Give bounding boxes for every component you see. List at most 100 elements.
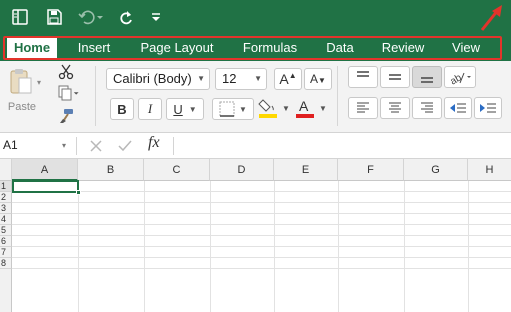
paste-dropdown-icon[interactable]: ▾ (37, 78, 41, 87)
format-painter-icon[interactable] (56, 106, 76, 126)
font-size-select[interactable]: 12 ▼ (215, 68, 267, 90)
row-header[interactable]: 1 (0, 181, 12, 192)
align-center-button[interactable] (380, 97, 410, 119)
font-size-value: 12 (222, 71, 237, 86)
row-header[interactable]: 8 (0, 258, 12, 269)
column-header[interactable]: E (274, 159, 338, 181)
gridline (12, 202, 511, 203)
divider (173, 137, 174, 155)
gridline (12, 213, 511, 214)
paste-label: Paste (7, 101, 37, 113)
align-right-button[interactable] (412, 97, 442, 119)
font-color-dropdown-icon[interactable]: ▼ (319, 104, 327, 113)
tab-formulas[interactable]: Formulas (232, 37, 308, 59)
gridline (12, 268, 511, 269)
name-box-dropdown-icon[interactable]: ▾ (62, 133, 66, 158)
column-header[interactable]: D (210, 159, 274, 181)
fill-color-dropdown-icon[interactable]: ▼ (282, 104, 290, 113)
increase-font-size-button[interactable]: A▲ (274, 68, 302, 90)
bold-button[interactable]: B (110, 98, 134, 120)
decrease-font-size-button[interactable]: A▼ (304, 68, 332, 90)
select-all-corner[interactable] (0, 159, 12, 181)
gridline (12, 224, 511, 225)
italic-button[interactable]: I (138, 98, 162, 120)
gridline (12, 246, 511, 247)
cut-icon[interactable] (56, 63, 76, 81)
chevron-down-icon: ▼ (254, 74, 262, 83)
italic-icon: I (147, 101, 153, 116)
chevron-down-icon: ▼ (239, 104, 247, 114)
column-header[interactable]: G (404, 159, 468, 181)
text-orientation-icon: ab (448, 72, 471, 85)
row-header[interactable]: 3 (0, 203, 12, 214)
underline-button[interactable]: U ▼ (166, 98, 204, 120)
sidebar-toggle-icon[interactable] (8, 6, 32, 28)
column-header[interactable]: C (144, 159, 210, 181)
pointer-arrow-icon (478, 4, 504, 37)
svg-text:A: A (299, 98, 309, 114)
orientation-button[interactable]: ab (444, 66, 476, 88)
selected-cell[interactable] (12, 180, 79, 193)
gridline (12, 235, 511, 236)
cancel-icon[interactable] (89, 139, 103, 158)
tab-page-layout[interactable]: Page Layout (130, 37, 224, 59)
row-header[interactable]: 5 (0, 225, 12, 236)
chevron-down-icon: ▼ (188, 104, 197, 114)
align-top-button[interactable] (348, 66, 378, 88)
increase-indent-icon (480, 103, 496, 113)
decrease-font-size-icon: A▼ (310, 72, 326, 86)
align-middle-button[interactable] (380, 66, 410, 88)
column-header[interactable]: F (338, 159, 404, 181)
decrease-indent-icon (450, 103, 466, 113)
align-center-icon (389, 102, 401, 113)
font-name-value: Calibri (Body) (113, 71, 192, 86)
row-header[interactable]: 4 (0, 214, 12, 225)
borders-icon (219, 101, 235, 117)
increase-indent-button[interactable] (474, 97, 502, 119)
align-bottom-button[interactable] (412, 66, 442, 88)
row-header[interactable]: 6 (0, 236, 12, 247)
tab-home[interactable]: Home (7, 37, 57, 59)
insert-function-icon[interactable]: fx (148, 134, 160, 152)
chevron-down-icon: ▼ (197, 74, 205, 83)
formula-input[interactable] (178, 137, 508, 155)
align-right-icon (421, 102, 433, 113)
underline-icon: U (173, 101, 183, 117)
bold-icon: B (117, 101, 127, 117)
row-header-spacer (0, 269, 12, 312)
divider (76, 137, 77, 155)
align-left-button[interactable] (348, 97, 378, 119)
align-top-icon (357, 71, 369, 77)
font-color-button[interactable]: A (293, 96, 317, 120)
customize-toolbar-icon[interactable] (146, 6, 166, 28)
group-separator (95, 66, 96, 126)
paste-icon[interactable] (4, 66, 38, 96)
undo-icon[interactable] (76, 6, 106, 28)
column-header[interactable]: A (12, 159, 78, 181)
tab-review[interactable]: Review (372, 37, 434, 59)
group-separator (337, 66, 338, 126)
tab-insert[interactable]: Insert (66, 37, 122, 59)
tab-data[interactable]: Data (316, 37, 364, 59)
gridline (12, 191, 511, 192)
enter-icon[interactable] (118, 139, 132, 158)
gridline (12, 257, 511, 258)
copy-icon[interactable] (56, 84, 82, 102)
row-header[interactable]: 2 (0, 192, 12, 203)
decrease-indent-button[interactable] (444, 97, 472, 119)
row-header[interactable]: 7 (0, 247, 12, 258)
column-header[interactable]: B (78, 159, 144, 181)
borders-button[interactable]: ▼ (212, 98, 254, 120)
align-left-icon (357, 102, 369, 113)
fill-handle[interactable] (76, 190, 81, 195)
fill-color-button[interactable] (256, 96, 280, 120)
tab-view[interactable]: View (442, 37, 490, 59)
fill-color-icon (258, 99, 277, 118)
column-header[interactable]: H (468, 159, 511, 181)
save-icon[interactable] (42, 6, 66, 28)
font-color-icon: A (296, 98, 314, 118)
align-bottom-icon (421, 77, 433, 83)
font-name-select[interactable]: Calibri (Body) ▼ (106, 68, 210, 90)
align-middle-icon (389, 74, 401, 80)
redo-icon[interactable] (114, 6, 138, 28)
